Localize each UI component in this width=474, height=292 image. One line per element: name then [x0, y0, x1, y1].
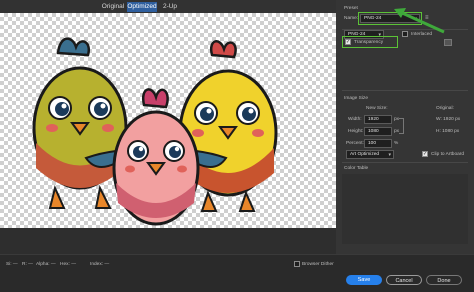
- readout-alpha: Alpha: —: [36, 262, 56, 267]
- divider: [342, 90, 468, 91]
- resample-select[interactable]: Art Optimized: [346, 150, 394, 159]
- cancel-button[interactable]: Cancel: [386, 275, 422, 285]
- readout-r: R: —: [22, 262, 33, 267]
- bottom-bar: Si: — R: — Alpha: — Hex: — Index: — Brow…: [0, 254, 474, 292]
- settings-panel: Preset Name: PNG-24 ≡ PNG-24 Interlaced …: [336, 0, 474, 254]
- clip-to-artboard-label: Clip to Artboard: [431, 152, 465, 157]
- height-input[interactable]: 1080: [364, 127, 392, 136]
- color-table-label: Color Table: [344, 166, 369, 171]
- tab-2up[interactable]: 2-Up: [160, 2, 180, 12]
- browser-dither-checkbox[interactable]: [294, 261, 300, 267]
- height-label: Height:: [348, 129, 364, 134]
- link-dimensions-icon[interactable]: [399, 118, 404, 134]
- color-table-area: [342, 174, 468, 244]
- percent-unit: %: [394, 141, 399, 146]
- divider: [342, 162, 468, 163]
- browser-dither-label: Browser Dither: [302, 262, 334, 267]
- green-bird: [32, 37, 128, 209]
- done-button[interactable]: Done: [426, 275, 462, 285]
- tab-original[interactable]: Original: [100, 2, 126, 12]
- tab-optimized[interactable]: Optimized: [127, 2, 157, 12]
- preset-section-label: Preset: [344, 6, 358, 11]
- annotation-arrow: [394, 8, 445, 34]
- original-size-label: Original:: [436, 106, 454, 111]
- chick-illustration: [32, 37, 278, 226]
- transparency-checkbox[interactable]: ✓: [345, 39, 351, 45]
- canvas-footer: [0, 228, 336, 254]
- percent-label: Percent:: [346, 141, 364, 146]
- width-input[interactable]: 1920: [364, 115, 392, 124]
- readout-hex: Hex: —: [60, 262, 76, 267]
- original-width: W: 1920 px: [436, 117, 461, 122]
- preset-name-label: Name:: [344, 16, 359, 21]
- clip-to-artboard-checkbox[interactable]: ✓: [422, 151, 428, 157]
- readout-index: Index: —: [90, 262, 110, 267]
- readout-zoom: Si: —: [6, 262, 18, 267]
- transparency-label: Transparency: [354, 40, 384, 45]
- save-button[interactable]: Save: [346, 275, 382, 285]
- percent-input[interactable]: 100: [364, 139, 392, 148]
- preview-canvas[interactable]: [0, 13, 336, 228]
- original-height: H: 1080 px: [436, 129, 460, 134]
- matte-swatch[interactable]: [444, 39, 452, 46]
- width-label: Width:: [348, 117, 362, 122]
- view-tabs: Original Optimized 2-Up: [0, 0, 336, 13]
- image-size-label: Image Size: [344, 96, 368, 101]
- new-size-label: New Size:: [366, 106, 388, 111]
